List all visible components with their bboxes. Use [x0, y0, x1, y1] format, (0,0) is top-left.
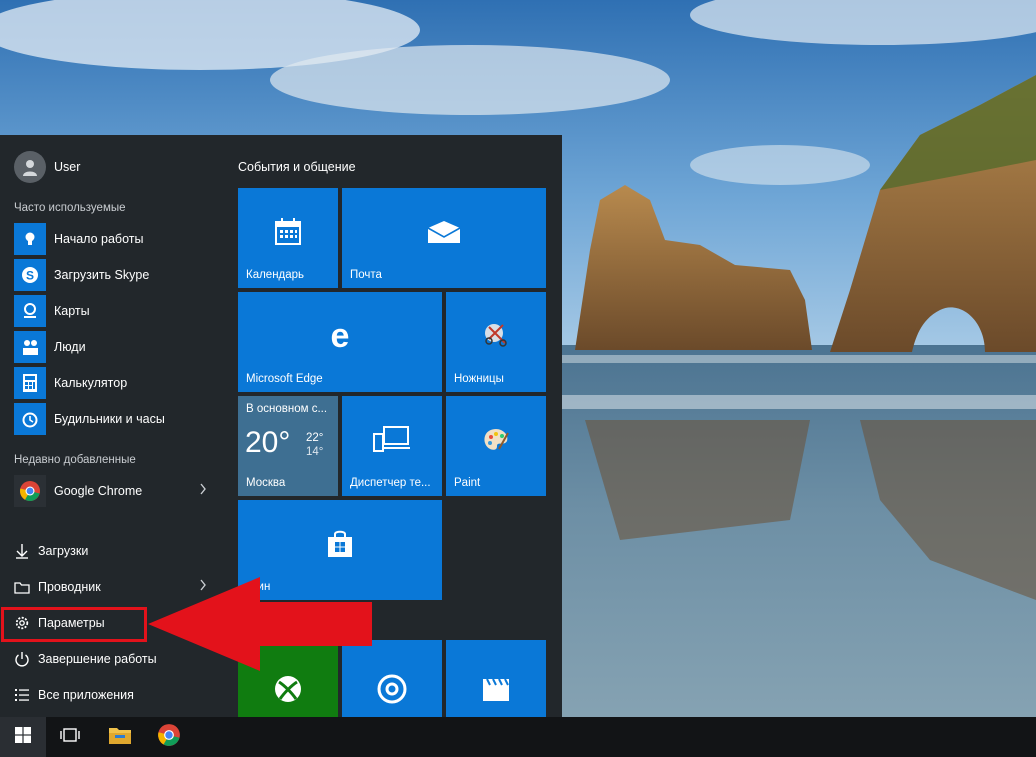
- scissors-icon: [481, 321, 511, 351]
- app-item-alarms[interactable]: Будильники и часы: [0, 401, 222, 437]
- app-item-google-chrome[interactable]: Google Chrome: [0, 473, 222, 509]
- xbox-icon: [273, 674, 303, 704]
- user-name: User: [54, 160, 81, 174]
- chrome-icon: [14, 475, 46, 507]
- weather-temperature: 20°: [245, 426, 291, 459]
- app-item-calculator[interactable]: Калькулятор: [0, 365, 222, 401]
- app-item-people[interactable]: Люди: [0, 329, 222, 365]
- chevron-right-icon[interactable]: [199, 483, 207, 495]
- folder-icon: [13, 578, 31, 596]
- downloads-label: Загрузки: [38, 544, 89, 558]
- weather-city: Москва: [246, 477, 286, 489]
- tile-calendar[interactable]: Календарь: [238, 188, 338, 288]
- edge-icon: e: [325, 321, 355, 351]
- map-pin-icon: [14, 295, 46, 327]
- svg-text:S: S: [26, 269, 34, 283]
- app-item-skype[interactable]: S Загрузить Skype: [0, 257, 222, 293]
- tiles-group-title: События и общение: [238, 160, 356, 174]
- power-label: Завершение работы: [38, 652, 157, 666]
- app-item-get-started[interactable]: Начало работы: [0, 221, 222, 257]
- app-label: Карты: [54, 304, 90, 318]
- tile-microsoft-edge[interactable]: e Microsoft Edge: [238, 292, 442, 392]
- downloads-button[interactable]: Загрузки: [0, 533, 222, 569]
- app-label: Начало работы: [54, 232, 144, 246]
- tile-mail[interactable]: Почта: [342, 188, 546, 288]
- folder-icon: [108, 725, 132, 750]
- app-item-maps[interactable]: Карты: [0, 293, 222, 329]
- tile-label: Календарь: [246, 269, 305, 281]
- app-label: Калькулятор: [54, 376, 128, 390]
- task-view-icon: [60, 727, 80, 748]
- people-icon: [14, 331, 46, 363]
- start-button[interactable]: [0, 717, 46, 757]
- tile-movies[interactable]: [446, 640, 546, 717]
- chrome-icon: [157, 723, 181, 752]
- music-disc-icon: [376, 673, 408, 705]
- power-icon: [13, 650, 31, 668]
- svg-text:e: e: [331, 321, 350, 351]
- all-apps-button[interactable]: Все приложения: [0, 677, 222, 713]
- red-arrow-annotation: [148, 577, 372, 671]
- list-icon: [13, 686, 31, 704]
- tile-label: Paint: [454, 477, 481, 489]
- app-label: Будильники и часы: [54, 412, 165, 426]
- most-used-heading: Часто используемые: [14, 202, 126, 214]
- store-bag-icon: [325, 529, 355, 559]
- windows-logo-icon: [15, 726, 31, 748]
- settings-highlight-box: [1, 607, 147, 642]
- download-icon: [13, 542, 31, 560]
- calculator-icon: [14, 367, 46, 399]
- clapperboard-icon: [481, 675, 511, 703]
- tile-device-manager[interactable]: Диспетчер те...: [342, 396, 442, 496]
- app-label: Google Chrome: [54, 484, 143, 498]
- lightbulb-icon: [14, 223, 46, 255]
- task-view-button[interactable]: [47, 717, 93, 757]
- tile-label: Почта: [350, 269, 382, 281]
- weather-low: 14°: [306, 446, 324, 458]
- all-apps-label: Все приложения: [38, 688, 134, 702]
- tile-paint[interactable]: Paint: [446, 396, 546, 496]
- avatar: [14, 151, 46, 183]
- weather-condition: В основном с...: [246, 403, 328, 415]
- taskbar: [0, 717, 1036, 757]
- chrome-taskbar-button[interactable]: [146, 717, 192, 757]
- tile-label: Microsoft Edge: [246, 373, 323, 385]
- recently-added-heading: Недавно добавленные: [14, 454, 136, 466]
- alarm-clock-icon: [14, 403, 46, 435]
- file-explorer-label: Проводник: [38, 580, 101, 594]
- tile-label: Диспетчер те...: [350, 477, 431, 489]
- file-explorer-taskbar-button[interactable]: [97, 717, 143, 757]
- mail-icon: [427, 220, 461, 244]
- tile-label: Ножницы: [454, 373, 504, 385]
- weather-high: 22°: [306, 432, 324, 444]
- app-label: Люди: [54, 340, 86, 354]
- tile-weather[interactable]: В основном с... 20° 22° 14° Москва: [238, 396, 338, 496]
- skype-icon: S: [14, 259, 46, 291]
- tile-snipping-tool[interactable]: Ножницы: [446, 292, 546, 392]
- palette-icon: [481, 425, 511, 455]
- calendar-icon: [273, 217, 303, 247]
- app-label: Загрузить Skype: [54, 268, 150, 282]
- user-account-button[interactable]: User: [0, 149, 222, 185]
- devices-icon: [372, 425, 412, 455]
